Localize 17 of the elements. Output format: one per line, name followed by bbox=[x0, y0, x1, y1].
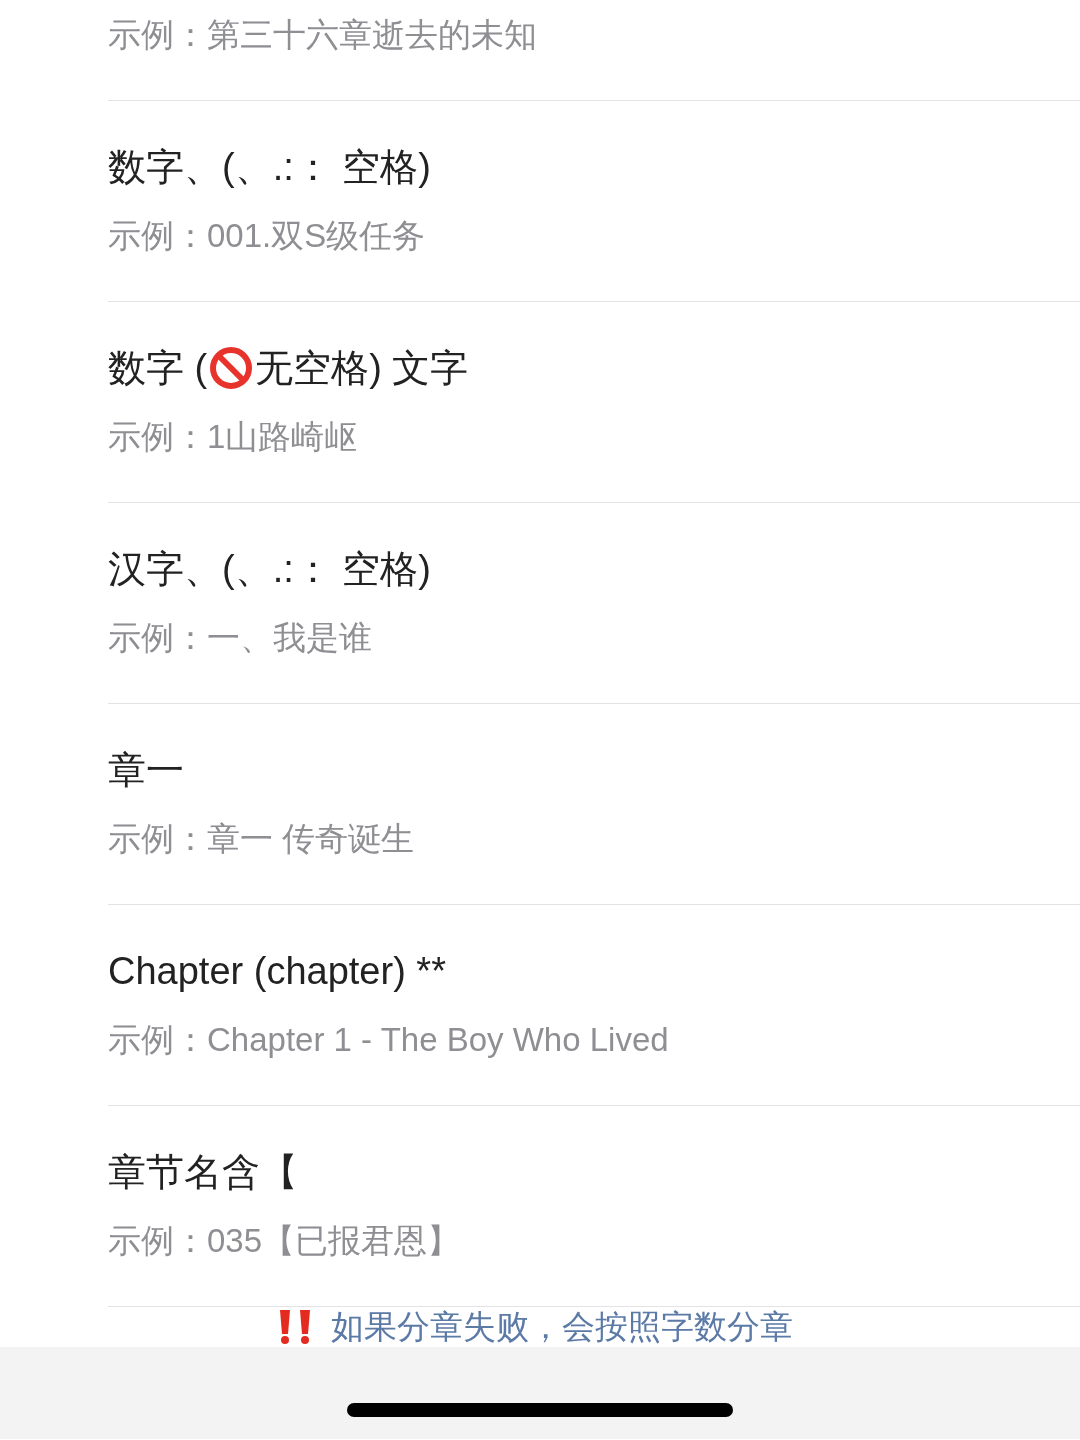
example-text: 示例：第三十六章逝去的未知 bbox=[108, 15, 538, 55]
option-title: 章一 bbox=[108, 748, 184, 793]
option-title: Chapter (chapter) ** bbox=[108, 949, 446, 994]
option-title: 无空格) 文字 bbox=[255, 346, 469, 391]
option-title: 章节名含【 bbox=[108, 1150, 298, 1195]
example-text: 示例：001.双S级任务 bbox=[108, 217, 426, 254]
example-text: 示例：1山路崎岖 bbox=[108, 418, 358, 455]
example-text: 示例：Chapter 1 - The Boy Who Lived bbox=[108, 1021, 669, 1058]
prohibited-icon bbox=[209, 346, 254, 390]
option-title: 数字、(、.:： 空格) bbox=[108, 145, 431, 190]
example-text: 示例：035【已报君恩】 bbox=[108, 1222, 461, 1259]
option-title: 汉字、(、.:： 空格) bbox=[108, 547, 431, 592]
example-text: 示例：一、我是谁 bbox=[108, 619, 372, 656]
option-title: 数字 ( bbox=[108, 346, 208, 391]
example-text: 示例：章一 传奇诞生 bbox=[108, 820, 415, 857]
notice-text: 如果分章失败，会按照字数分章 bbox=[331, 1307, 793, 1347]
home-indicator[interactable] bbox=[347, 1403, 733, 1417]
